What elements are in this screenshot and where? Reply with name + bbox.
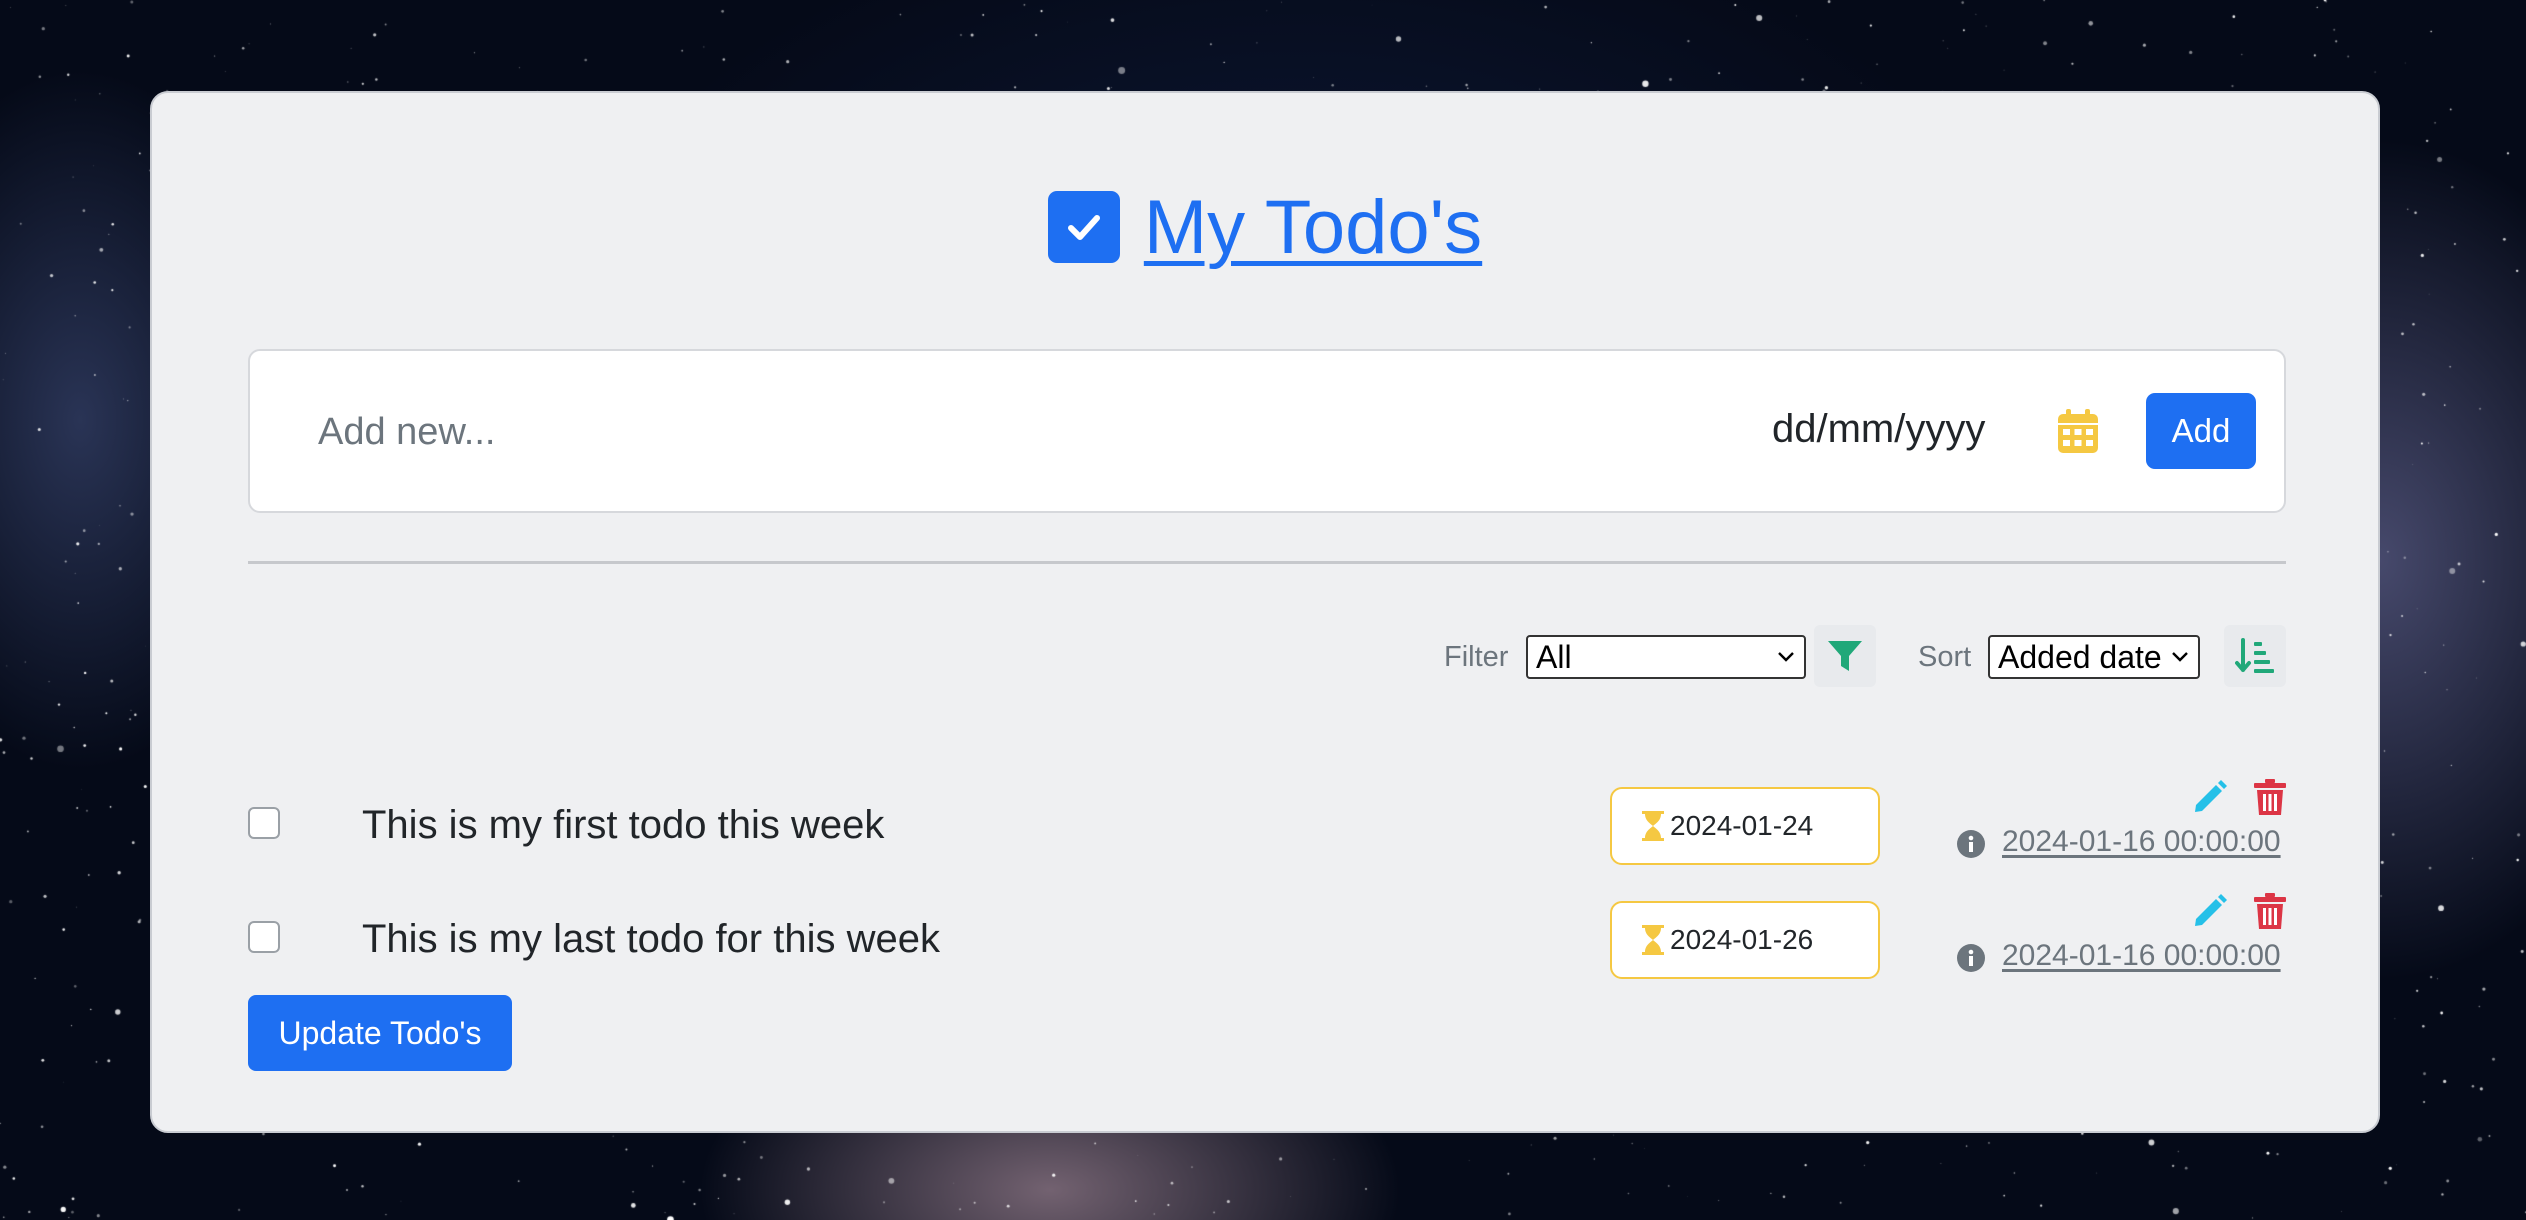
page-title[interactable]: My Todo's — [1144, 184, 1482, 271]
filter-button[interactable] — [1814, 625, 1876, 687]
delete-todo-button[interactable] — [2254, 779, 2286, 815]
info-icon — [1956, 943, 1986, 973]
due-date-text: 2024-01-24 — [1670, 810, 1814, 841]
filter-label: Filter — [1444, 641, 1509, 673]
filter-select-value: All — [1536, 638, 1572, 675]
sort-label: Sort — [1918, 641, 1972, 673]
add-button[interactable]: Add — [2146, 393, 2256, 469]
sort-select-value: Added date — [1998, 638, 2162, 675]
trash-icon — [2254, 779, 2286, 815]
title-row: My Todo's — [152, 177, 2378, 277]
add-todo-input[interactable] — [316, 391, 1620, 473]
hourglass-icon — [1642, 811, 1664, 841]
edit-todo-button[interactable] — [2192, 779, 2228, 815]
due-date-badge: 2024-01-24 — [1610, 787, 1880, 865]
due-date-input[interactable]: dd/mm/yyyy — [1772, 407, 1985, 452]
created-date-link[interactable]: 2024-01-16 00:00:00 — [2002, 825, 2281, 859]
todo-checkbox[interactable] — [248, 807, 280, 839]
todo-card: My Todo's dd/mm/yyyy Add Filter All Sort — [150, 91, 2380, 1133]
update-todos-button[interactable]: Update Todo's — [248, 995, 512, 1071]
trash-icon — [2254, 893, 2286, 929]
sort-select[interactable]: Added date — [1988, 635, 2200, 679]
due-date-badge: 2024-01-26 — [1610, 901, 1880, 979]
sort-direction-button[interactable] — [2224, 625, 2286, 687]
todo-text: This is my last todo for this week — [362, 917, 940, 961]
hourglass-icon — [1642, 925, 1664, 955]
add-todo-form: dd/mm/yyyy Add — [248, 349, 2286, 513]
delete-todo-button[interactable] — [2254, 893, 2286, 929]
pencil-icon — [2195, 780, 2227, 812]
check-square-icon — [1047, 191, 1120, 263]
filter-icon — [1828, 641, 1862, 671]
due-date-text: 2024-01-26 — [1670, 924, 1814, 955]
created-date-link[interactable]: 2024-01-16 00:00:00 — [2002, 939, 2281, 973]
todo-item: This is my last todo for this week 2024-… — [248, 893, 2286, 993]
todo-item: This is my first todo this week 2024-01-… — [248, 779, 2286, 879]
chevron-down-icon — [1778, 652, 1794, 662]
sort-ascending-icon — [2235, 638, 2274, 673]
calendar-icon[interactable] — [2058, 409, 2098, 453]
divider — [248, 561, 2286, 564]
pencil-icon — [2195, 894, 2227, 926]
edit-todo-button[interactable] — [2192, 893, 2228, 929]
chevron-down-icon — [2172, 652, 2188, 662]
filter-select[interactable]: All — [1526, 635, 1806, 679]
todo-text: This is my first todo this week — [362, 803, 885, 847]
todo-checkbox[interactable] — [248, 921, 280, 953]
info-icon — [1956, 829, 1986, 859]
